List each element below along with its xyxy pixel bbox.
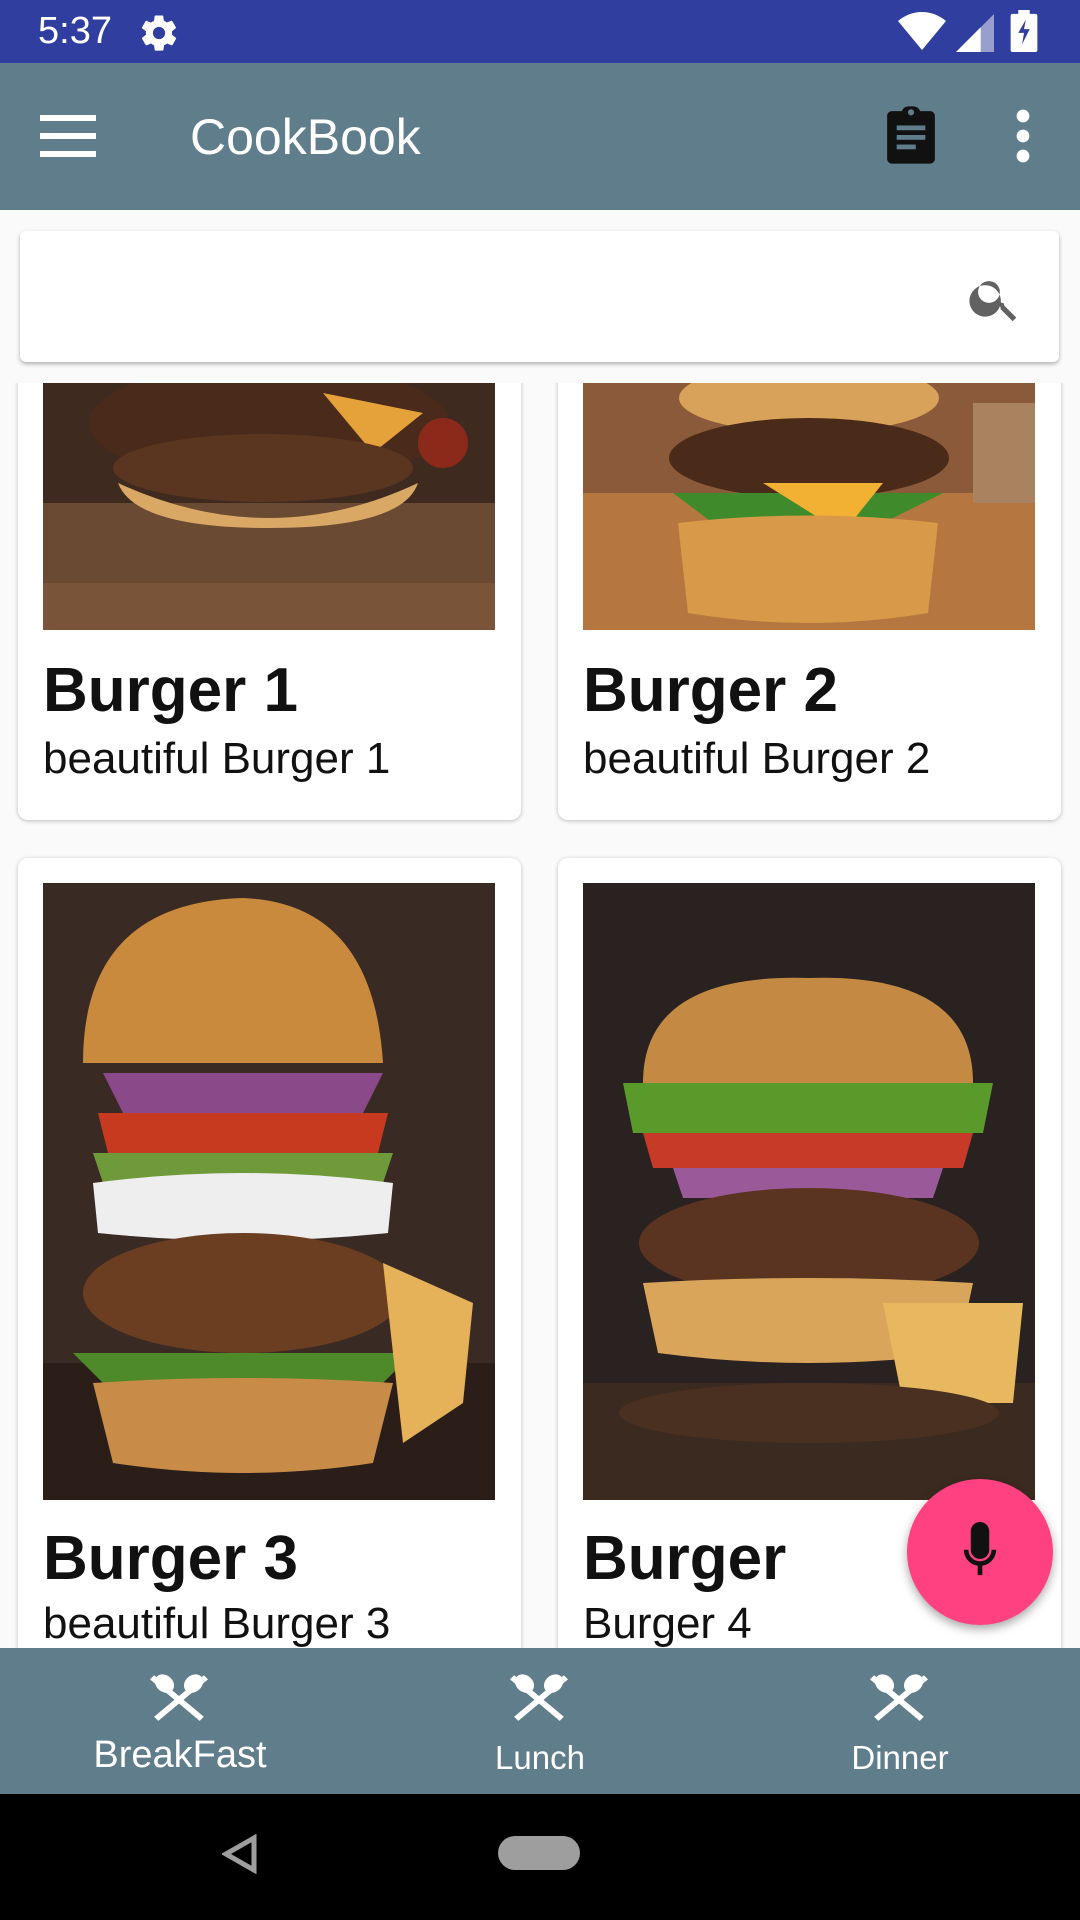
recipe-name: Burger 3 xyxy=(43,1524,298,1593)
status-time: 5:37 xyxy=(38,10,112,52)
recipe-card[interactable]: Burger 1 beautiful Burger 1 xyxy=(18,383,521,820)
hamburger-menu-icon[interactable] xyxy=(40,111,96,161)
nav-label: BreakFast xyxy=(93,1734,267,1776)
recipe-image xyxy=(43,883,495,1500)
nav-item-dinner[interactable]: Dinner xyxy=(720,1648,1080,1794)
recipe-image xyxy=(583,383,1035,630)
bottom-navigation: BreakFast Lunch Dinner xyxy=(0,1648,1080,1794)
utensils-icon xyxy=(150,1674,208,1721)
status-bar: 5:37 xyxy=(0,0,1080,63)
recipe-image xyxy=(43,383,495,630)
search-input[interactable] xyxy=(44,261,944,331)
utensils-icon xyxy=(870,1674,928,1721)
system-navigation-bar xyxy=(0,1794,1080,1920)
recipe-description: Burger 4 xyxy=(583,1599,752,1648)
recipe-name: Burger 1 xyxy=(43,656,298,725)
voice-search-button[interactable] xyxy=(907,1479,1053,1625)
clipboard-icon[interactable] xyxy=(882,104,940,166)
recipe-card[interactable]: Burger 3 beautiful Burger 3 xyxy=(18,858,521,1648)
recipe-description: beautiful Burger 2 xyxy=(583,734,931,783)
wifi-icon xyxy=(898,12,946,50)
nav-label: Dinner xyxy=(851,1739,949,1776)
recipe-description: beautiful Burger 3 xyxy=(43,1599,391,1648)
utensils-icon xyxy=(510,1674,568,1721)
microphone-icon xyxy=(963,1522,997,1576)
nav-label: Lunch xyxy=(495,1739,585,1776)
recipe-grid[interactable]: Burger 1 beautiful Burger 1 Burger 2 bea… xyxy=(0,383,1080,1648)
recipe-name: Burger 2 xyxy=(583,656,838,725)
back-icon[interactable] xyxy=(222,1834,258,1874)
nav-item-lunch[interactable]: Lunch xyxy=(360,1648,720,1794)
settings-gear-icon xyxy=(141,15,177,51)
nav-item-breakfast[interactable]: BreakFast xyxy=(0,1648,360,1794)
app-title: CookBook xyxy=(190,109,421,165)
cell-signal-icon xyxy=(956,14,994,52)
battery-charging-icon xyxy=(1010,10,1038,52)
more-options-icon[interactable] xyxy=(1008,108,1038,164)
search-box xyxy=(20,231,1059,362)
search-icon[interactable] xyxy=(966,269,1024,327)
recipe-name: Burger xyxy=(583,1524,787,1593)
app-bar: CookBook xyxy=(0,63,1080,210)
recipe-image xyxy=(583,883,1035,1500)
home-button[interactable] xyxy=(498,1836,580,1870)
recipe-card[interactable]: Burger 2 beautiful Burger 2 xyxy=(558,383,1061,820)
recipe-description: beautiful Burger 1 xyxy=(43,734,391,783)
